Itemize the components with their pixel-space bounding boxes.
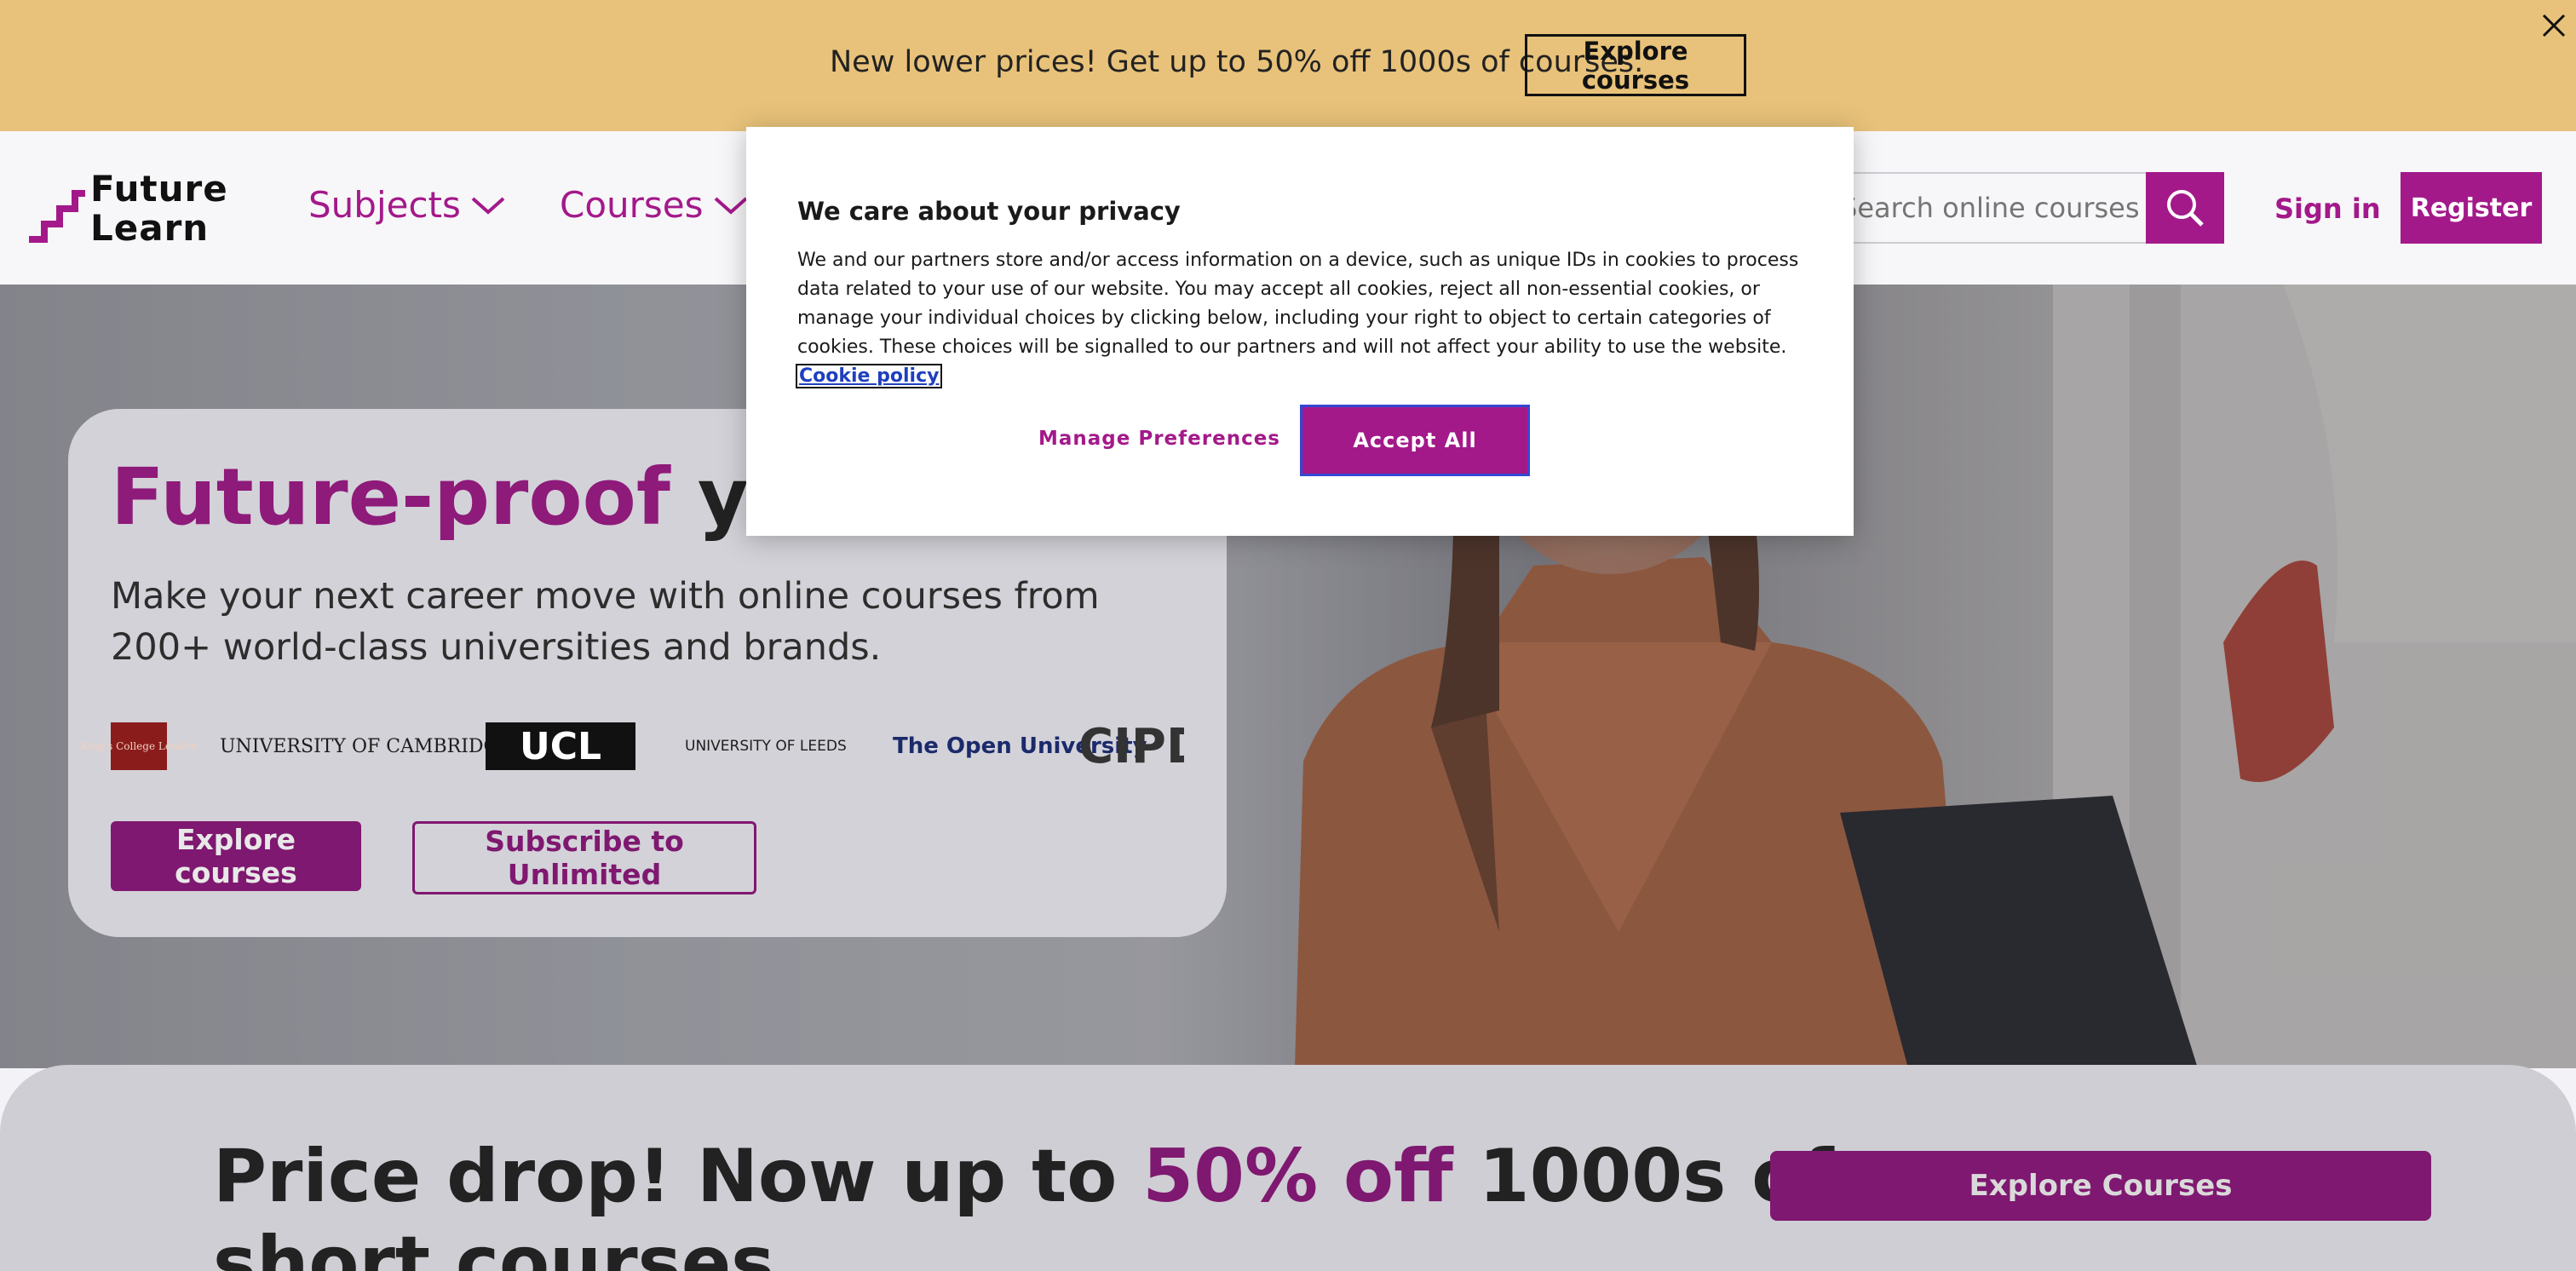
futurelearn-logo[interactable]: Future Learn [26,170,230,248]
chevron-down-icon [471,197,505,215]
logo-line1: Future [90,168,228,210]
hero-explore-courses-button[interactable]: Explore courses [111,821,361,891]
price-drop-title-accent: 50% off [1142,1134,1453,1219]
cookie-dialog-text: We and our partners store and/or access … [797,250,1799,358]
partner-logo-ucl: UCL [486,722,635,770]
cookie-consent-dialog: We care about your privacy We and our pa… [746,127,1854,536]
promo-text: New lower prices! Get up to 50% off 1000… [830,45,1644,79]
manage-preferences-button[interactable]: Manage Preferences [1036,413,1283,464]
cookie-dialog-title: We care about your privacy [797,197,1181,226]
cookie-dialog-body: We and our partners store and/or access … [795,246,1803,391]
promo-explore-courses-button[interactable]: Explore courses [1525,34,1746,96]
partner-logo-cipd: CIPD [1078,722,1184,770]
partner-logo-leeds: UNIVERSITY OF LEEDS [685,738,847,755]
sign-in-link[interactable]: Sign in [2274,193,2381,225]
search-icon [2167,190,2204,227]
logo-steps-icon [29,190,85,243]
partner-logo-kings: King's College London [81,722,197,770]
logo-line2: Learn [90,207,210,249]
search-button[interactable] [2146,172,2224,244]
nav-courses[interactable]: Courses [560,184,750,226]
accept-all-button[interactable]: Accept All [1300,405,1530,476]
partner-logo-cambridge: UNIVERSITY OF CAMBRIDGE [220,735,513,757]
hero-title-accent: Future-proof [111,451,670,543]
partner-logos: King's College London UNIVERSITY OF CAMB… [81,722,1184,774]
nav-courses-label: Courses [560,184,704,226]
nav-subjects-label: Subjects [308,184,461,226]
promo-banner: New lower prices! Get up to 50% off 1000… [0,0,2576,131]
price-drop-title-part1: Price drop! Now up to [213,1134,1143,1219]
search-input[interactable] [1823,172,2147,244]
hero-subtitle: Make your next career move with online c… [111,575,1100,669]
chevron-down-icon [714,197,747,215]
cookie-policy-link[interactable]: Cookie policy [795,364,943,388]
price-drop-title-line2: short courses [213,1221,775,1271]
price-drop-title: Price drop! Now up to 50% off 1000s of s… [213,1133,1834,1271]
nav-subjects[interactable]: Subjects [308,184,507,226]
price-drop-explore-courses-button[interactable]: Explore Courses [1770,1151,2431,1221]
subscribe-unlimited-button[interactable]: Subscribe to Unlimited [412,821,756,894]
close-icon[interactable] [2537,9,2571,43]
register-button[interactable]: Register [2401,172,2542,244]
